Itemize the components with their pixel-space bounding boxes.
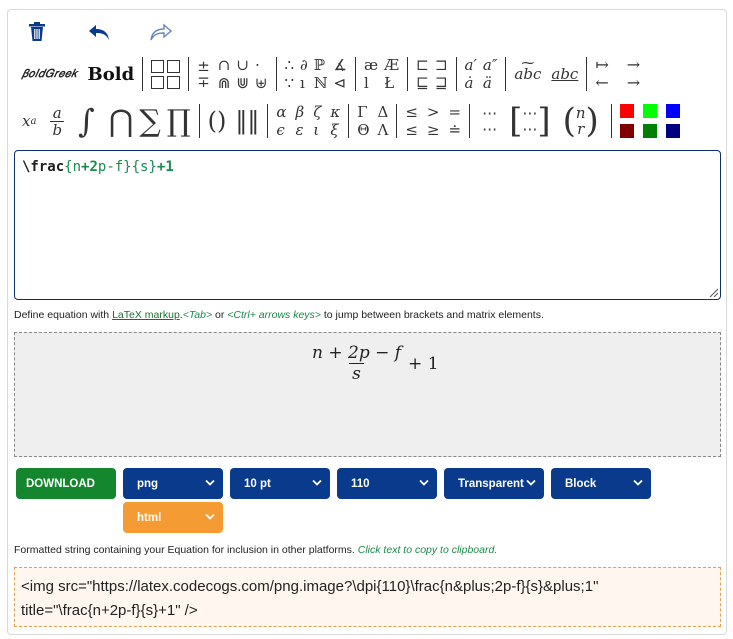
redo-icon (150, 23, 172, 41)
box-template-3[interactable] (151, 75, 165, 89)
superscript-button[interactable]: xa (22, 112, 36, 130)
output-type-select[interactable]: html (123, 502, 223, 533)
format-select[interactable]: png (123, 468, 223, 499)
integral-button[interactable]: ∫ (78, 102, 95, 140)
dpi-select[interactable]: 110 (337, 468, 437, 499)
dots-button[interactable]: ⋯ ⋯ (482, 105, 497, 137)
color-swatch-lime[interactable] (642, 104, 657, 118)
box-template-4[interactable] (167, 75, 181, 89)
sum-button[interactable]: ∑ (139, 104, 160, 139)
toolbar-separator (142, 57, 144, 91)
undo-button[interactable] (82, 18, 116, 46)
equation-preview: n + 2p − f s + 1 (14, 332, 721, 457)
toolbar-separator (469, 104, 471, 138)
matrix-group: ⋯ ⋯ [ ⋯ ⋯ ] ( n r ) (472, 98, 609, 144)
toolbar-separator (586, 57, 588, 91)
toolbar-separator (407, 57, 409, 91)
box-template-1[interactable] (151, 59, 165, 73)
embed-code-output[interactable]: <img src="https://latex.codecogs.com/png… (14, 567, 721, 627)
greek-grid[interactable]: α β ζ κ ϵ ε ι ξ (276, 104, 340, 138)
greek-group: α β ζ κ ϵ ε ι ξ (270, 98, 346, 144)
subset-grid[interactable]: ⊏ ⊐ ⊑ ⊒ (416, 57, 447, 91)
relation-group: ≤ > = ≤ ≥ ≐ (399, 98, 467, 144)
operator-group: ± ∓ ∩ ∪ ⋅ ⋒ ⋓ ⊎ (191, 54, 273, 94)
color-swatch-maroon[interactable] (619, 124, 634, 138)
chevron-down-icon (205, 513, 215, 520)
color-swatch-red[interactable] (619, 104, 634, 118)
ligature-group: æ Æ l Ł (358, 54, 405, 94)
resize-handle-icon[interactable] (708, 287, 718, 297)
delimiter-group: () ‖ ‖ (202, 98, 266, 144)
subset-group: ⊏ ⊐ ⊑ ⊒ (410, 54, 453, 94)
trash-icon (29, 22, 45, 41)
bold-button[interactable]: Bold (88, 64, 135, 85)
chevron-down-icon (633, 479, 643, 486)
widetilde-button[interactable]: ⁓ abc (514, 56, 541, 83)
binomial-button[interactable]: ( n r ) (563, 101, 599, 141)
toolbar-separator (348, 104, 350, 138)
toolbar-separator (198, 104, 200, 138)
toolbar-separator (267, 104, 269, 138)
arrow-group: ↦ → ← → (589, 54, 646, 94)
display-mode-select[interactable]: Block (551, 468, 651, 499)
accent-group: a′ a″ ȧ ä (459, 54, 504, 94)
redo-button[interactable] (144, 18, 178, 46)
box-template-2[interactable] (167, 59, 181, 73)
plus-minus-button[interactable]: ± ∓ (197, 58, 210, 90)
download-controls: DOWNLOAD png 10 pt 110 Transparent Block… (16, 468, 651, 533)
rendered-equation: n + 2p − f s + 1 (312, 343, 439, 384)
box-layout-group (145, 54, 186, 94)
upper-greek-grid[interactable]: Γ Δ Θ Λ (357, 104, 388, 138)
wide-accent-group: ⁓ abc abc (508, 54, 584, 94)
fraction-button[interactable]: a b (50, 105, 65, 138)
editor-hint: Define equation with LaTeX markup.<Tab> … (14, 309, 544, 321)
arrow-grid[interactable]: ↦ → ← → (595, 57, 640, 91)
latex-input[interactable]: \frac{n+2p-f}{s}+1 (14, 150, 721, 300)
bold-greek-button[interactable]: 𝛽𝑜𝑙𝑑𝐺𝑟𝑒𝑒𝑘 (22, 67, 78, 81)
color-palette (619, 104, 680, 138)
chevron-down-icon (526, 479, 536, 486)
toolbar-separator (455, 57, 457, 91)
clear-button[interactable] (20, 18, 54, 46)
relation-grid[interactable]: ≤ > = ≤ ≥ ≐ (405, 104, 461, 138)
undo-icon (89, 25, 109, 40)
chevron-down-icon (419, 479, 429, 486)
paren-button[interactable]: () (208, 107, 227, 135)
structure-group: xa a b ∫ ⋂ ∑ ∏ (16, 98, 197, 144)
product-button[interactable]: ∏ (167, 104, 191, 139)
color-swatch-blue[interactable] (665, 104, 680, 118)
norm-button[interactable]: ‖ ‖ (235, 107, 259, 135)
color-swatch-green[interactable] (642, 124, 657, 138)
chevron-down-icon (312, 479, 322, 486)
symbol-toolbar-row-2: xa a b ∫ ⋂ ∑ ∏ () ‖ ‖ α β ζ κ ϵ ε ι ξ Γ Δ (16, 98, 680, 144)
matrix-button[interactable]: [ ⋯ ⋯ ] (509, 101, 551, 141)
latex-markup-link[interactable]: LaTeX markup (112, 309, 180, 321)
intersection-button[interactable]: ⋂ (109, 104, 134, 139)
embed-code-line-1: <img src="https://latex.codecogs.com/png… (21, 578, 599, 595)
upper-greek-group: Γ Δ Θ Λ (351, 98, 394, 144)
font-size-select[interactable]: 10 pt (230, 468, 330, 499)
accent-grid[interactable]: a′ a″ ȧ ä (465, 57, 498, 91)
font-style-group: 𝛽𝑜𝑙𝑑𝐺𝑟𝑒𝑒𝑘 Bold (16, 54, 140, 94)
symbol-toolbar-row-1: 𝛽𝑜𝑙𝑑𝐺𝑟𝑒𝑒𝑘 Bold ± ∓ ∩ ∪ ⋅ ⋒ ⋓ ⊎ ∴ ∂ ℙ ∡ ∵… (16, 54, 646, 94)
logic-symbols-grid[interactable]: ∴ ∂ ℙ ∡ ∵ ı ℕ ⊲ (285, 57, 347, 91)
top-actions (20, 18, 178, 46)
toolbar-separator (505, 57, 507, 91)
embed-code-line-2: title="\frac{n+2p-f}{s}+1" /> (21, 602, 198, 619)
download-button[interactable]: DOWNLOAD (16, 468, 116, 499)
toolbar-separator (610, 104, 612, 138)
color-swatch-navy[interactable] (665, 124, 680, 138)
toolbar-separator (354, 57, 356, 91)
toolbar-separator (275, 57, 277, 91)
format-description: Formatted string containing your Equatio… (14, 544, 498, 556)
toolbar-separator (188, 57, 190, 91)
cap-cup-grid[interactable]: ∩ ∪ ⋅ ⋒ ⋓ ⊎ (218, 57, 268, 91)
underline-button[interactable]: abc (551, 65, 578, 83)
background-select[interactable]: Transparent (444, 468, 544, 499)
ligature-grid[interactable]: æ Æ l Ł (364, 57, 399, 91)
toolbar-separator (396, 104, 398, 138)
logic-group: ∴ ∂ ℙ ∡ ∵ ı ℕ ⊲ (279, 54, 353, 94)
chevron-down-icon (205, 479, 215, 486)
